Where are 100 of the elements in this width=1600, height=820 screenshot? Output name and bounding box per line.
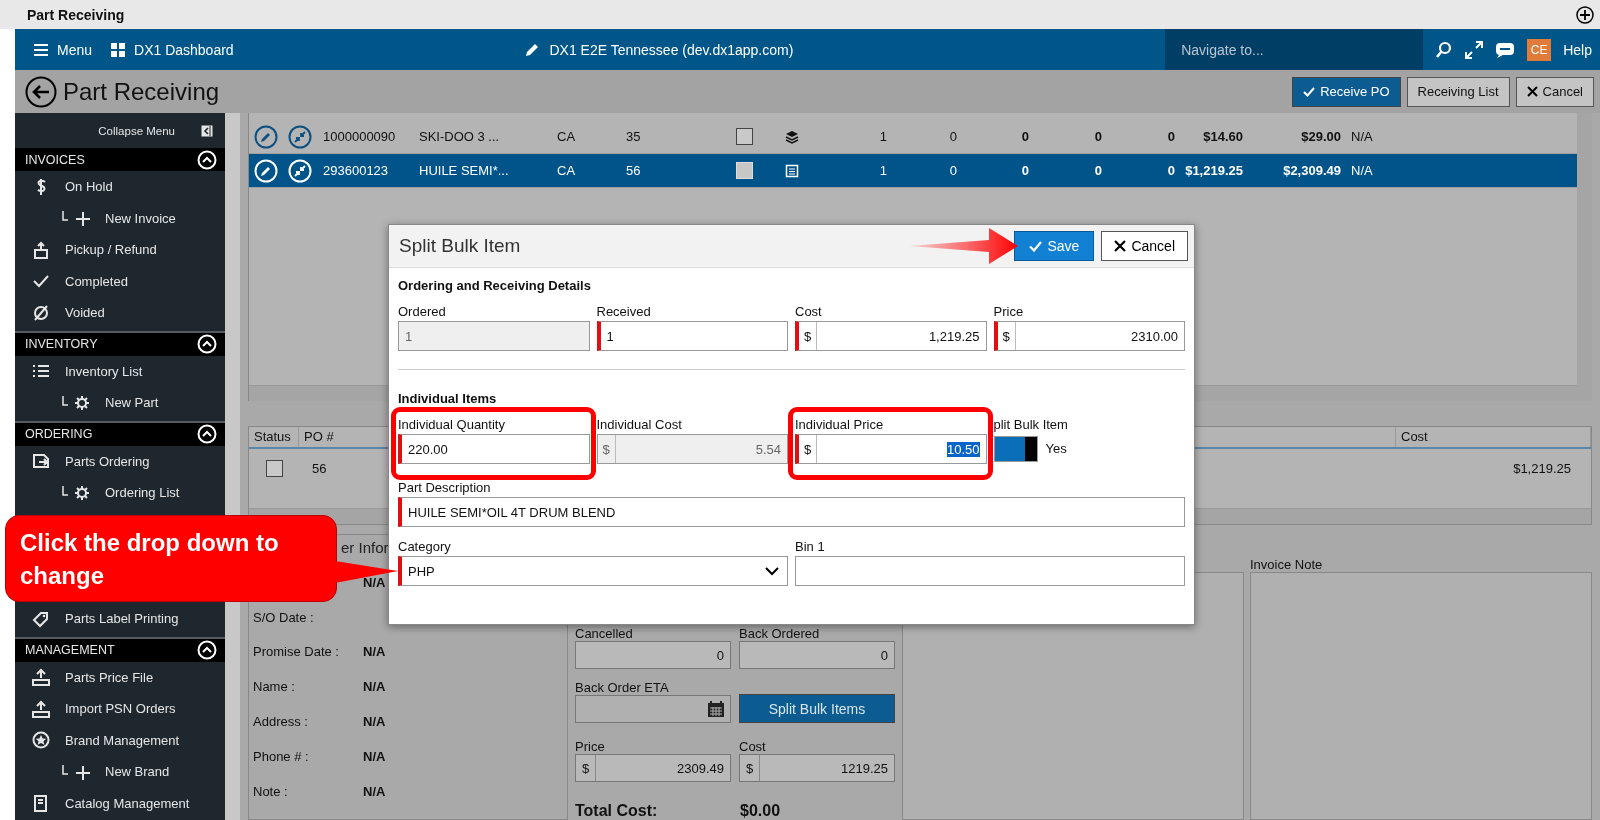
sidebar-item[interactable]: Import PSN Orders bbox=[15, 693, 225, 725]
stack-icon bbox=[785, 129, 799, 144]
sidebar-item[interactable]: Parts Label Printing bbox=[15, 603, 225, 635]
field-label: Received bbox=[596, 303, 652, 321]
input-field[interactable] bbox=[795, 556, 1185, 586]
field-label: Note : bbox=[253, 783, 289, 799]
page-title: Part Receiving bbox=[63, 77, 221, 106]
document-icon bbox=[785, 163, 799, 178]
calendar-icon bbox=[707, 700, 725, 718]
field-label: Cost bbox=[795, 303, 823, 321]
upload-icon bbox=[31, 699, 51, 718]
table-cell-text: $1,219.25 bbox=[1184, 163, 1244, 178]
close-icon bbox=[1114, 240, 1127, 252]
table-cell: $1,219.25 bbox=[1513, 461, 1571, 476]
caret-icon bbox=[765, 566, 779, 576]
field-value: N/A bbox=[363, 574, 386, 590]
collapse-icon[interactable] bbox=[197, 424, 217, 444]
field-label: Address : bbox=[253, 714, 309, 730]
collapse-icon[interactable] bbox=[197, 334, 217, 354]
table-cell-text: $2,309.49 bbox=[1282, 163, 1342, 178]
chat-icon bbox=[1495, 41, 1516, 58]
app-title: Part Receiving bbox=[27, 6, 125, 23]
help-link[interactable]: Help bbox=[1563, 41, 1592, 58]
date-field[interactable] bbox=[575, 695, 731, 723]
table-cell-text: N/A bbox=[1350, 163, 1374, 178]
field-value: N/A bbox=[363, 748, 386, 764]
input-field[interactable]: HUILE SEMI*OIL 4T DRUM BLEND bbox=[398, 497, 1185, 527]
compress-icon bbox=[288, 158, 312, 183]
table-cell-text: 0 bbox=[1093, 163, 1103, 178]
list-button[interactable]: Receiving List bbox=[1406, 76, 1510, 107]
field-value: N/A bbox=[363, 783, 386, 799]
sidebar-item[interactable]: New Brand bbox=[15, 756, 225, 788]
receive-button[interactable]: Receive PO bbox=[1292, 76, 1401, 107]
search-icon bbox=[1435, 40, 1454, 59]
scrollbar[interactable] bbox=[1577, 113, 1592, 401]
menu-label: Menu bbox=[57, 41, 93, 58]
menu-icon bbox=[33, 42, 49, 57]
table-cell-text: 56 bbox=[625, 163, 642, 178]
field-label: Back Ordered bbox=[739, 625, 821, 641]
cancel-button[interactable]: Cancel bbox=[1101, 231, 1188, 261]
sidebar-item[interactable]: New Invoice bbox=[15, 202, 225, 234]
input-field[interactable]: 220.00 bbox=[398, 434, 590, 464]
expand-icon bbox=[1465, 40, 1484, 59]
table-cell-text: 1 bbox=[878, 163, 888, 178]
table-row[interactable]: 293600123 HUILE SEMI*... CA 56 1 0 0 0 0 $1,219.25 $2,309.49 N/A bbox=[249, 154, 1577, 188]
dashboard-link[interactable]: DX1 Dashboard bbox=[134, 41, 234, 58]
field-label: Price bbox=[575, 738, 606, 754]
pencil-icon bbox=[523, 41, 540, 58]
note-field[interactable] bbox=[1250, 572, 1592, 820]
input-field: 1 bbox=[398, 321, 590, 351]
sidebar-item[interactable]: Inventory List bbox=[15, 355, 225, 387]
sidebar-item[interactable]: Parts Ordering bbox=[15, 445, 225, 477]
input-field[interactable]: 1 bbox=[596, 321, 788, 351]
edit-icon bbox=[254, 158, 278, 183]
table-cell-text: 0 bbox=[1020, 163, 1030, 178]
panel-title: er Infor bbox=[341, 539, 389, 557]
table-cell-text: HUILE SEMI*... bbox=[418, 163, 510, 178]
split-button[interactable]: Split Bulk Items bbox=[739, 694, 895, 723]
sidebar-item[interactable]: Completed bbox=[15, 265, 225, 297]
column-header: Cost bbox=[1396, 426, 1591, 447]
search-field[interactable]: Navigate to... bbox=[1165, 29, 1424, 70]
collapse-icon[interactable] bbox=[197, 640, 217, 660]
table-cell-text: 1 bbox=[878, 129, 888, 144]
sidebar-item[interactable]: Ordering List bbox=[15, 477, 225, 509]
table-cell-text: CA bbox=[556, 129, 577, 144]
cancel-button[interactable]: Cancel bbox=[1515, 76, 1594, 107]
dropdown[interactable]: PHP bbox=[398, 556, 788, 586]
input-field[interactable]: 0 bbox=[739, 641, 895, 669]
sidebar-item[interactable]: Parts Price File bbox=[15, 661, 225, 693]
field-label: Part Description bbox=[398, 479, 492, 497]
field-label: Phone # : bbox=[253, 748, 310, 764]
sidebar-item[interactable]: On Hold bbox=[15, 171, 225, 203]
sidebar-item[interactable]: New Part bbox=[15, 387, 225, 419]
input-field[interactable]: 0 bbox=[575, 641, 731, 669]
check-icon bbox=[1029, 240, 1043, 252]
save-button[interactable]: Save bbox=[1014, 231, 1095, 261]
checkbox[interactable] bbox=[265, 460, 283, 477]
sidebar-item[interactable]: Brand Management bbox=[15, 724, 225, 756]
slashed-circle-icon bbox=[31, 303, 51, 322]
table-cell-text: SKI-DOO 3 ... bbox=[418, 129, 501, 144]
input-field[interactable]: $ 1,219.25 bbox=[795, 321, 987, 351]
input-field[interactable]: $ 2310.00 bbox=[993, 321, 1185, 351]
sidebar-item[interactable]: Pickup / Refund bbox=[15, 234, 225, 266]
collapse-menu-link[interactable]: Collapse Menu bbox=[98, 124, 175, 137]
input-field[interactable]: $ 2309.49 bbox=[575, 754, 731, 782]
compress-icon bbox=[288, 124, 312, 149]
field-label: Promise Date : bbox=[253, 644, 340, 660]
input-field[interactable]: $ 10.50 bbox=[795, 434, 987, 464]
table-cell-text: 1000000090 bbox=[322, 129, 397, 144]
section-title: INVOICES bbox=[25, 152, 85, 167]
input-field[interactable]: $ 1219.25 bbox=[739, 754, 895, 782]
table-cell-text: 35 bbox=[625, 129, 642, 144]
section-title: INVENTORY bbox=[25, 337, 98, 351]
section-title: Individual Items bbox=[398, 389, 498, 408]
sidebar-item[interactable]: Voided bbox=[15, 297, 225, 329]
checkbox[interactable] bbox=[735, 128, 753, 145]
collapse-icon[interactable] bbox=[197, 149, 217, 170]
sidebar-item[interactable]: Catalog Management bbox=[15, 787, 225, 819]
total-value: $0.00 bbox=[740, 802, 782, 820]
toggle-switch[interactable] bbox=[993, 435, 1038, 462]
